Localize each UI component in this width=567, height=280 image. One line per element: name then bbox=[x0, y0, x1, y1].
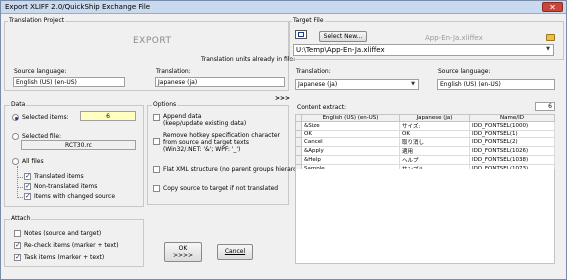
selected-items-radio[interactable] bbox=[12, 114, 19, 121]
copy-source-label: Copy source to target if not translated bbox=[163, 185, 279, 192]
export-label: EXPORT bbox=[133, 36, 172, 46]
target-translation-label: Translation: bbox=[296, 68, 331, 75]
remove-hotkey-sublabel: from source and target texts bbox=[163, 139, 250, 146]
attach-group-title: Attach bbox=[10, 215, 32, 222]
cancel-button[interactable]: Cancel bbox=[217, 244, 253, 260]
append-label: Append data bbox=[163, 113, 202, 120]
translated-items-label: Translated items bbox=[34, 173, 84, 180]
column-header[interactable]: Japanese (ja) bbox=[399, 114, 470, 122]
translated-items-checkbox[interactable] bbox=[24, 172, 31, 180]
selected-file-field: RCT30.rc bbox=[21, 140, 136, 150]
folder-icon[interactable] bbox=[546, 34, 555, 41]
column-header[interactable]: Name/ID bbox=[469, 114, 555, 122]
task-items-label: Task items (marker + text) bbox=[24, 254, 105, 261]
select-new-icon bbox=[295, 30, 307, 39]
non-translated-items-label: Non-translated items bbox=[34, 183, 98, 190]
dropdown-arrow-icon: ▼ bbox=[411, 81, 415, 87]
table-cell: 適用 bbox=[399, 146, 470, 156]
all-files-label: All files bbox=[22, 158, 44, 165]
options-group-title: Options bbox=[152, 101, 178, 108]
data-group-title: Data bbox=[10, 101, 27, 108]
source-language-label: Source language: bbox=[14, 68, 67, 75]
table-cell: OK bbox=[399, 130, 470, 138]
target-source-language-label: Source language: bbox=[438, 68, 491, 75]
table-cell: IDD_FONTSEL(2) bbox=[469, 137, 555, 147]
table-cell: サイズ: bbox=[399, 121, 470, 131]
target-file-name: App-En-Ja.xliffex bbox=[425, 34, 483, 42]
table-row[interactable]: Cancel 取り消し IDD_FONTSEL(2) bbox=[295, 137, 555, 147]
target-source-language-field[interactable]: English (US) (en-US) bbox=[437, 79, 555, 90]
selected-items-label: Selected items: bbox=[22, 114, 69, 121]
all-files-radio[interactable] bbox=[12, 158, 19, 165]
tree-branch bbox=[17, 197, 23, 198]
content-extract-count: 6 bbox=[535, 102, 555, 111]
close-button[interactable]: ✕ bbox=[542, 2, 563, 12]
ok-button-arrows: >>>> bbox=[172, 252, 194, 259]
table-cell: &Size bbox=[301, 121, 400, 131]
flat-xml-checkbox[interactable] bbox=[153, 166, 160, 173]
table-cell: IDD_FONTSEL(1038) bbox=[469, 155, 555, 165]
table-cell: IDD_FONTSEL(1000) bbox=[469, 121, 555, 131]
dropdown-arrow-icon: ▼ bbox=[546, 46, 550, 52]
table-cell: &Apply bbox=[301, 146, 400, 156]
tree-line bbox=[17, 166, 18, 198]
tree-branch bbox=[17, 187, 23, 188]
table-row[interactable]: &Help ヘルプ IDD_FONTSEL(1038) bbox=[295, 155, 555, 165]
changed-source-label: Items with changed source bbox=[34, 193, 116, 200]
selected-items-count: 6 bbox=[80, 111, 136, 121]
flat-xml-label: Flat XML structure (no parent groups hie… bbox=[163, 166, 307, 173]
selected-file-radio[interactable] bbox=[12, 133, 19, 140]
table-cell: OK bbox=[301, 130, 400, 138]
tree-branch bbox=[17, 177, 23, 178]
table-cell: IDD_FONTSEL(1) bbox=[469, 130, 555, 138]
task-items-checkbox[interactable] bbox=[14, 253, 21, 261]
translation-project-title: Translation Project bbox=[8, 17, 66, 24]
target-path-field[interactable]: U:\Temp\App-En-Ja.xliffex ▼ bbox=[293, 44, 554, 56]
target-translation-dropdown[interactable]: Japanese (ja) ▼ bbox=[295, 79, 419, 90]
export-dialog: Export XLIFF 2.0/QuickShip Exchange File… bbox=[0, 0, 567, 280]
select-new-button[interactable]: Select New... bbox=[319, 31, 367, 42]
recheck-checkbox[interactable] bbox=[14, 241, 21, 249]
table-cell: Cancel bbox=[301, 137, 400, 147]
table-cell: 取り消し bbox=[399, 137, 470, 147]
selected-file-label: Selected file: bbox=[22, 133, 62, 140]
arrow-indicator: >>> bbox=[275, 95, 291, 102]
translation-label: Translation: bbox=[156, 68, 191, 75]
remove-hotkey-label: Remove hotkey specification character bbox=[163, 132, 280, 139]
translation-field[interactable]: Japanese (ja) bbox=[155, 77, 285, 87]
ok-button-label: OK bbox=[178, 245, 188, 252]
extract-table-header: English (US) (en-US) Japanese (ja) Name/… bbox=[295, 114, 555, 122]
extract-table[interactable]: English (US) (en-US) Japanese (ja) Name/… bbox=[295, 114, 555, 174]
copy-source-checkbox[interactable] bbox=[153, 185, 160, 192]
content-extract-label: Content extract: bbox=[297, 104, 347, 111]
changed-source-checkbox[interactable] bbox=[24, 192, 31, 200]
target-file-title: Target File bbox=[292, 17, 325, 24]
source-language-field[interactable]: English (US) (en-US) bbox=[13, 77, 125, 87]
table-cell: ヘルプ bbox=[399, 155, 470, 165]
table-cell: IDD_FONTSEL(1026) bbox=[469, 146, 555, 156]
target-translation-value: Japanese (ja) bbox=[298, 81, 338, 88]
remove-hotkey-sublabel-2: (Win32/.NET: '&'; WPF: '_') bbox=[163, 146, 241, 153]
table-row[interactable]: &Size サイズ: IDD_FONTSEL(1000) bbox=[295, 121, 555, 131]
table-cell: &Help bbox=[301, 155, 400, 165]
extract-table-area bbox=[295, 169, 555, 264]
column-header[interactable]: English (US) (en-US) bbox=[301, 114, 400, 122]
close-icon: ✕ bbox=[549, 3, 556, 12]
notes-label: Notes (source and target) bbox=[24, 230, 102, 237]
remove-hotkey-checkbox[interactable] bbox=[153, 138, 160, 145]
append-checkbox[interactable] bbox=[153, 114, 160, 121]
append-sublabel: (keep/update existing data) bbox=[163, 120, 247, 127]
ok-button[interactable]: OK >>>> bbox=[164, 242, 202, 262]
table-row[interactable]: &Apply 適用 IDD_FONTSEL(1026) bbox=[295, 146, 555, 156]
non-translated-items-checkbox[interactable] bbox=[24, 182, 31, 190]
window-title: Export XLIFF 2.0/QuickShip Exchange File bbox=[5, 3, 151, 11]
notes-checkbox[interactable] bbox=[14, 230, 21, 237]
target-path-value: U:\Temp\App-En-Ja.xliffex bbox=[296, 46, 385, 54]
units-note: Translation units already in file: bbox=[201, 56, 296, 63]
title-bar: Export XLIFF 2.0/QuickShip Exchange File… bbox=[1, 1, 566, 14]
recheck-label: Re-check items (marker + text) bbox=[24, 242, 119, 249]
table-row[interactable]: OK OK IDD_FONTSEL(1) bbox=[295, 130, 555, 138]
